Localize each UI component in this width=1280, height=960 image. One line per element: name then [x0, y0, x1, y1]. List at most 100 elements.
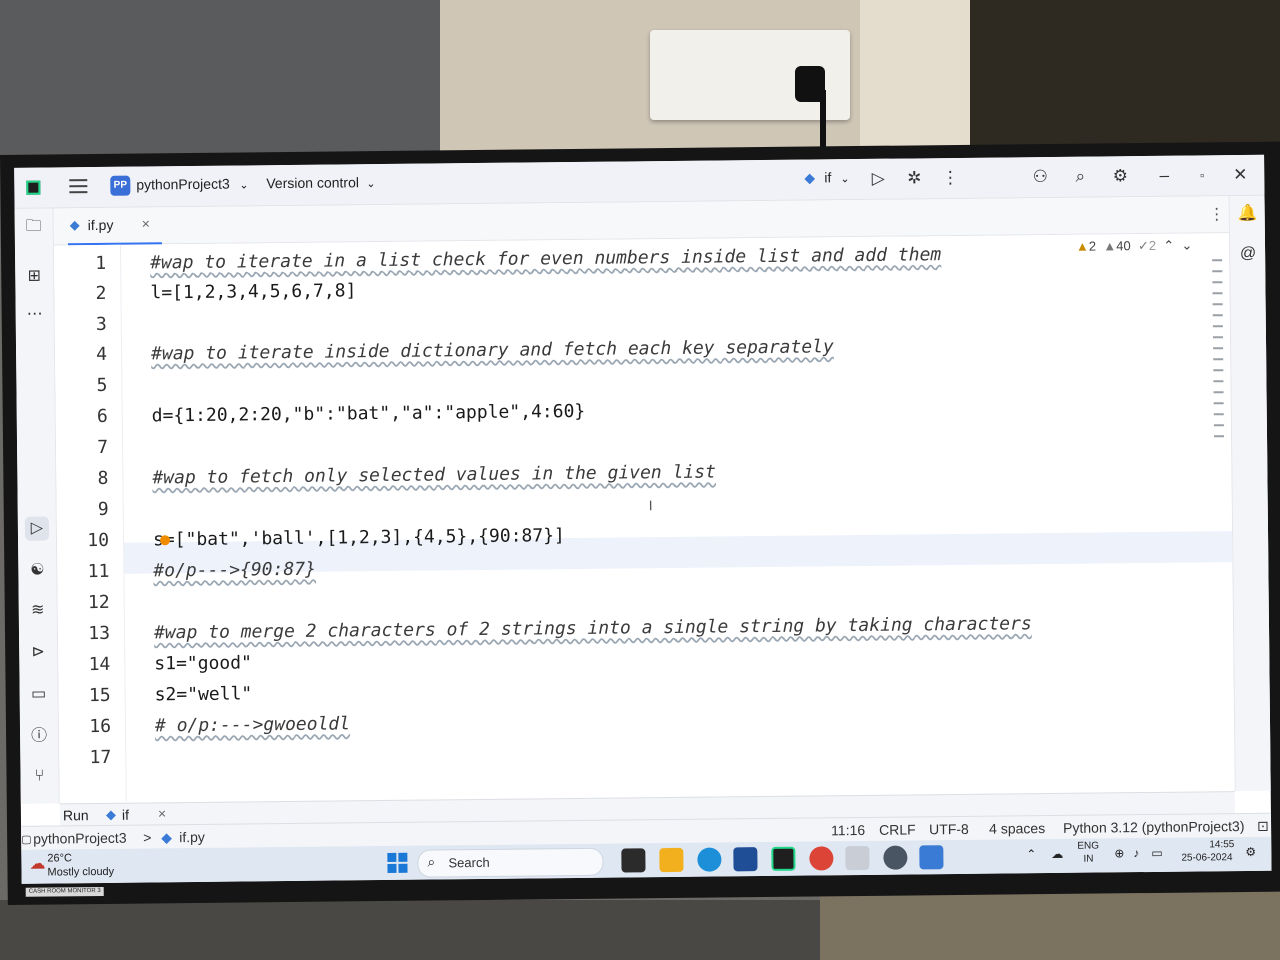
battery-icon[interactable]: ▭ — [1151, 846, 1162, 860]
breadcrumb-project[interactable]: pythonProject3 — [33, 830, 127, 847]
edge-browser-icon[interactable] — [697, 847, 722, 872]
chevron-up-icon[interactable]: ⌃ — [1163, 238, 1174, 253]
module-icon: ▢ — [21, 833, 32, 846]
line-number: 4 — [96, 343, 108, 366]
ai-assistant-icon[interactable]: @ — [1236, 242, 1260, 266]
file-explorer-icon[interactable] — [659, 847, 684, 873]
run-tool-icon[interactable]: ▷ — [24, 516, 50, 541]
notifications-bell-icon[interactable]: 🔔 — [1236, 202, 1260, 226]
tray-overflow-icon[interactable]: ⌃ — [1026, 847, 1036, 861]
inspection-widget[interactable]: ▲2 ▲40 ✓2 ⌃ ⌄ — [1076, 238, 1193, 255]
minimize-icon[interactable]: – — [1152, 164, 1176, 188]
chevron-down-icon[interactable]: ⌄ — [366, 177, 375, 190]
run-panel-title[interactable]: Run — [63, 807, 89, 823]
tab-options-icon[interactable]: ⋮ — [1209, 204, 1225, 224]
warning-count: 2 — [1088, 238, 1097, 254]
code-line[interactable]: s1="good" — [154, 652, 252, 674]
tab-if-py[interactable]: ◆ if.py × — [67, 207, 162, 247]
python-file-icon: ◆ — [804, 169, 816, 186]
notification-center-icon[interactable]: ⚙ — [1245, 845, 1256, 859]
error-stripe-marks[interactable] — [1212, 259, 1225, 459]
main-menu-icon[interactable] — [69, 179, 88, 195]
chevron-down-icon[interactable]: ⌄ — [239, 178, 248, 191]
code-line[interactable]: # o/p:--->gwoeoldl — [155, 713, 350, 736]
volume-icon[interactable]: ♪ — [1133, 846, 1139, 860]
file-encoding[interactable]: UTF-8 — [929, 821, 969, 837]
code-line[interactable]: d={1:20,2:20,"b":"bat","a":"apple",4:60} — [152, 401, 586, 427]
project-folder-icon[interactable]: 🗀 — [22, 215, 46, 239]
restore-icon[interactable]: ▫ — [1190, 163, 1214, 187]
python-file-icon: ◆ — [105, 806, 116, 822]
version-control-menu[interactable]: Version control — [266, 174, 359, 191]
structure-icon[interactable]: ⊞ — [22, 265, 46, 289]
input-language-top[interactable]: ENG — [1077, 841, 1099, 852]
python-interpreter[interactable]: Python 3.12 (pythonProject3) — [1063, 818, 1245, 836]
problems-icon[interactable]: ⓘ — [27, 724, 51, 748]
run-icon[interactable]: ▷ — [866, 167, 890, 191]
tab-close-icon[interactable]: × — [142, 215, 150, 231]
code-line[interactable]: #o/p--->{90:87} — [153, 559, 316, 582]
project-selector[interactable]: pythonProject3 — [136, 176, 230, 193]
tab-label: if.py — [87, 216, 114, 234]
terminal-icon[interactable]: ▭ — [27, 682, 51, 706]
task-view-icon[interactable] — [621, 848, 646, 873]
services-icon[interactable]: ⊳ — [26, 641, 50, 665]
lock-icon[interactable]: ⊡ — [1257, 818, 1269, 835]
code-line[interactable]: #wap to fetch only selected values in th… — [152, 462, 716, 489]
run-tab-close-icon[interactable]: × — [158, 805, 166, 821]
add-user-icon[interactable]: ⚇ — [1028, 165, 1052, 189]
code-line[interactable]: #wap to iterate in a list check for even… — [150, 244, 941, 273]
settings-gear-icon[interactable]: ⚙ — [1108, 164, 1132, 188]
code-line[interactable]: s=["bat",'ball',[1,2,3],{4,5},{90:87}] — [153, 525, 565, 550]
input-language-bottom[interactable]: IN — [1083, 854, 1093, 865]
debug-icon[interactable]: ✲ — [902, 166, 926, 190]
line-number: 16 — [89, 715, 112, 738]
breadcrumb-file[interactable]: if.py — [179, 829, 205, 845]
python-console-icon[interactable]: ☯ — [25, 559, 49, 583]
python-file-icon: ◆ — [69, 217, 80, 233]
weather-temperature[interactable]: 26°C — [47, 852, 72, 864]
code-line[interactable]: s2="well" — [155, 683, 253, 705]
code-line[interactable]: l=[1,2,3,4,5,6,7,8] — [150, 280, 356, 303]
line-number: 13 — [88, 622, 111, 645]
caret-position[interactable]: 11:16 — [831, 822, 865, 838]
taskbar-search-box[interactable]: ⌕ Search — [417, 847, 604, 878]
chevron-down-icon[interactable]: ⌄ — [1181, 238, 1192, 253]
chevron-down-icon[interactable]: ⌄ — [840, 172, 849, 185]
code-line[interactable]: #wap to iterate inside dictionary and fe… — [151, 336, 834, 364]
document-app-icon[interactable] — [845, 845, 870, 871]
settings-app-icon[interactable] — [883, 845, 908, 870]
search-icon[interactable]: ⌕ — [1068, 165, 1092, 189]
run-config-selector[interactable]: if — [824, 169, 831, 185]
project-badge: PP — [110, 175, 131, 196]
background-doorway — [970, 0, 1280, 160]
intention-bulb-icon[interactable] — [159, 535, 171, 546]
line-number: 6 — [96, 405, 108, 427]
more-tools-icon[interactable]: ⋯ — [23, 303, 47, 327]
chrome-browser-icon[interactable] — [809, 846, 834, 871]
close-window-icon[interactable]: ✕ — [1228, 163, 1252, 187]
clock-time[interactable]: 14:55 — [1209, 839, 1234, 850]
clock-date[interactable]: 25-06-2024 — [1181, 852, 1232, 864]
pycharm-taskbar-icon[interactable] — [771, 846, 796, 871]
weather-description[interactable]: Mostly cloudy — [47, 866, 114, 879]
line-number: 10 — [87, 529, 110, 552]
background-wall-left — [0, 0, 440, 160]
weather-icon[interactable]: ☁ — [29, 854, 45, 874]
microsoft-store-icon[interactable] — [733, 847, 758, 872]
code-editor[interactable]: 1 2 3 4 5 6 7 8 9 10 11 12 13 14 15 16 1… — [53, 233, 1235, 803]
run-tab-if[interactable]: if — [122, 807, 129, 823]
git-icon[interactable]: ⑂ — [27, 764, 51, 788]
line-separator[interactable]: CRLF — [879, 821, 916, 837]
line-number: 14 — [88, 653, 111, 676]
tray-app-icon[interactable]: ☁ — [1051, 847, 1063, 861]
layers-icon[interactable]: ≋ — [26, 599, 50, 623]
notepad-app-icon[interactable] — [919, 845, 944, 870]
indent-setting[interactable]: 4 spaces — [989, 820, 1045, 837]
code-line[interactable]: #wap to merge 2 characters of 2 strings … — [154, 613, 1032, 643]
more-actions-icon[interactable]: ⋮ — [938, 166, 962, 190]
windows-start-icon[interactable] — [387, 852, 408, 873]
network-icon[interactable]: ⊕ — [1114, 846, 1124, 860]
typo-count: 2 — [1148, 237, 1157, 253]
typo-check-icon: ✓ — [1137, 237, 1149, 254]
